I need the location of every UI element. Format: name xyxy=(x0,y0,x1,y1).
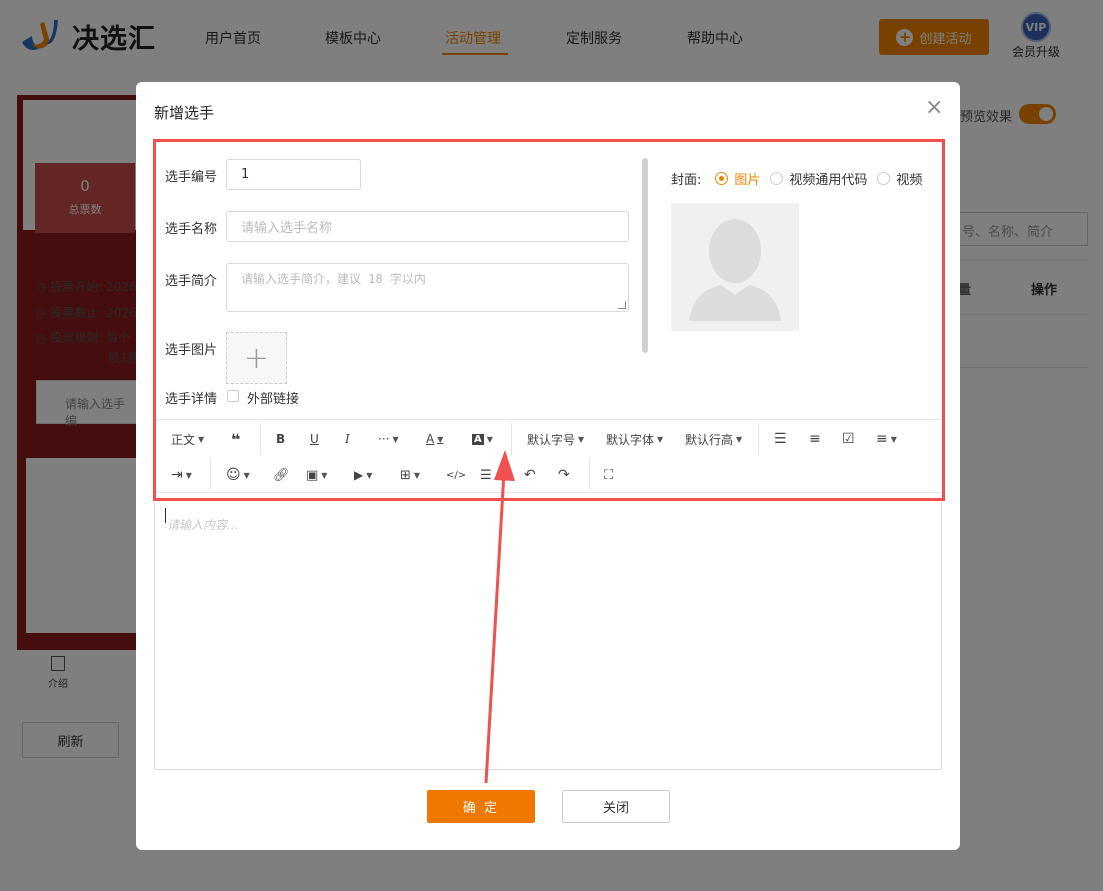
confirm-button[interactable]: 确 定 xyxy=(427,790,535,823)
text-cursor xyxy=(165,508,166,523)
add-contestant-modal: 新增选手 × 选手编号 1 选手名称 请输入选手名称 选手简介 请输入选手简介，… xyxy=(136,82,960,850)
close-button[interactable]: 关闭 xyxy=(562,790,670,823)
rich-text-editor[interactable]: 请输入内容... xyxy=(154,502,942,770)
annotation-highlight-box xyxy=(153,139,945,501)
modal-title: 新增选手 xyxy=(154,104,215,122)
close-icon[interactable]: × xyxy=(925,95,943,120)
editor-placeholder: 请输入内容... xyxy=(167,518,239,532)
